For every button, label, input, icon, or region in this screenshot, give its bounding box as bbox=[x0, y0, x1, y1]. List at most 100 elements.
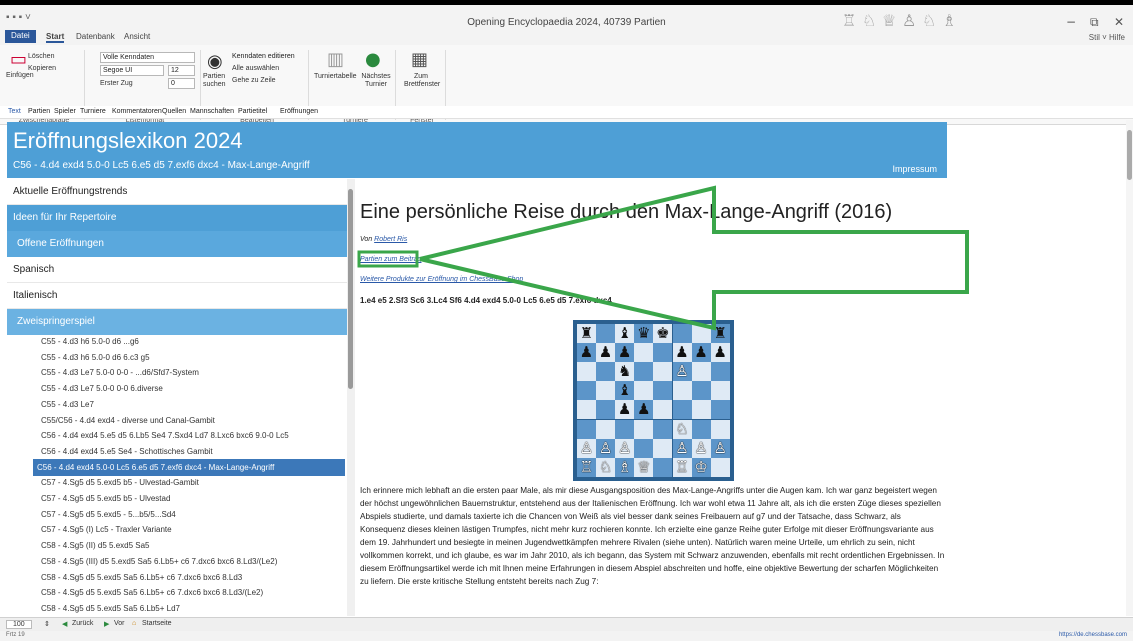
nav-tournaments[interactable]: Turniere bbox=[80, 108, 106, 115]
forward-button[interactable]: Vor bbox=[114, 620, 125, 627]
header-format-select[interactable]: Volle Kenndaten bbox=[100, 52, 195, 63]
board-square[interactable] bbox=[577, 362, 596, 382]
board-square[interactable] bbox=[672, 400, 692, 420]
board-square[interactable] bbox=[653, 400, 673, 420]
author-link[interactable]: Robert Ris bbox=[374, 236, 407, 243]
opening-line[interactable]: C58 - 4.Sg5 d5 5.exd5 Sa5 6.Lb5+ c6 7.dx… bbox=[37, 584, 347, 601]
board-square[interactable] bbox=[634, 419, 654, 439]
style-help-menu[interactable]: Stil ˅ Hilfe bbox=[1089, 33, 1125, 42]
black-rook-icon[interactable]: ♜ bbox=[577, 324, 596, 343]
black-king-icon[interactable]: ♚ bbox=[653, 324, 673, 343]
delete-button[interactable]: Löschen bbox=[28, 53, 54, 60]
sidebar-section[interactable]: Spanisch bbox=[7, 257, 347, 283]
nav-players[interactable]: Spieler bbox=[54, 108, 76, 115]
close-button[interactable]: ✕ bbox=[1114, 15, 1124, 29]
sidebar-scrollbar-thumb[interactable] bbox=[348, 189, 353, 389]
black-pawn-icon[interactable]: ♟ bbox=[615, 400, 635, 420]
status-url-link[interactable]: https://de.chessbase.com bbox=[1059, 632, 1127, 638]
board-square[interactable] bbox=[634, 381, 654, 401]
edit-headers-button[interactable]: Kenndaten editieren bbox=[232, 53, 295, 60]
back-button[interactable]: Zurück bbox=[72, 620, 93, 627]
white-pawn-icon[interactable]: ♙ bbox=[691, 438, 711, 458]
board-square[interactable] bbox=[653, 362, 673, 382]
board-square[interactable] bbox=[672, 381, 692, 401]
sidebar-section[interactable]: Offene Eröffnungen bbox=[7, 231, 347, 257]
white-pawn-icon[interactable]: ♙ bbox=[577, 438, 596, 458]
tab-view[interactable]: Ansicht bbox=[124, 32, 150, 41]
board-square[interactable] bbox=[710, 457, 730, 477]
nav-teams[interactable]: Mannschaften bbox=[190, 108, 234, 115]
board-square[interactable] bbox=[653, 381, 673, 401]
opening-line[interactable]: C58 - 4.Sg5 d5 5.exd5 Sa5 6.Lb5+ c6 7.dx… bbox=[37, 569, 347, 586]
font-select[interactable]: Segoe UI bbox=[100, 65, 164, 76]
board-square[interactable] bbox=[634, 362, 654, 382]
opening-line[interactable]: C57 - 4.Sg5 d5 5.exd5 b5 - Ulvestad-Gamb… bbox=[37, 474, 347, 491]
sidebar-section[interactable]: Italienisch bbox=[7, 283, 347, 309]
board-square[interactable] bbox=[710, 381, 730, 401]
tab-start[interactable]: Start bbox=[46, 32, 65, 43]
board-square[interactable] bbox=[691, 400, 711, 420]
search-games-icon[interactable]: ◉ bbox=[207, 51, 223, 72]
opening-line[interactable]: C55 - 4.d3 h6 5.0-0 d6 ...g6 bbox=[37, 333, 347, 350]
opening-line[interactable]: C56 - 4.d4 exd4 5.e5 Se4 - Schottisches … bbox=[37, 443, 347, 460]
white-pawn-icon[interactable]: ♙ bbox=[596, 438, 616, 458]
board-square[interactable] bbox=[653, 438, 673, 458]
board-square[interactable] bbox=[710, 419, 730, 439]
products-link[interactable]: Weitere Produkte zur Eröffnung im ChessB… bbox=[360, 276, 523, 283]
home-icon[interactable]: ⌂ bbox=[132, 620, 136, 627]
board-square[interactable] bbox=[596, 419, 616, 439]
white-rook-icon[interactable]: ♖ bbox=[577, 457, 596, 477]
board-square[interactable] bbox=[634, 343, 654, 363]
white-pawn-icon[interactable]: ♙ bbox=[672, 362, 692, 382]
opening-line[interactable]: C58 - 4.Sg5 (II) d5 5.exd5 Sa5 bbox=[37, 537, 347, 554]
white-queen-icon[interactable]: ♕ bbox=[634, 457, 654, 477]
opening-line[interactable]: C55 - 4.d3 Le7 5.0-0 0-0 - ...d6/Sfd7-Sy… bbox=[37, 364, 347, 381]
board-square[interactable] bbox=[596, 400, 616, 420]
black-pawn-icon[interactable]: ♟ bbox=[596, 343, 616, 363]
nav-sources[interactable]: Quellen bbox=[162, 108, 186, 115]
forward-icon[interactable]: ▶ bbox=[104, 620, 109, 628]
paste-icon[interactable]: ▭ bbox=[10, 49, 27, 70]
board-square[interactable] bbox=[710, 362, 730, 382]
opening-line[interactable]: C58 - 4.Sg5 (III) d5 5.exd5 Sa5 6.Lb5+ c… bbox=[37, 553, 347, 570]
opening-line[interactable]: C57 - 4.Sg5 d5 5.exd5 b5 - Ulvestad bbox=[37, 490, 347, 507]
nav-text[interactable]: Text bbox=[8, 108, 21, 115]
board-square[interactable] bbox=[653, 457, 673, 477]
board-square[interactable] bbox=[577, 419, 596, 439]
games-link[interactable]: Partien zum Beitrag bbox=[360, 256, 421, 263]
nav-commentators[interactable]: Kommentatoren bbox=[112, 108, 162, 115]
restore-button[interactable]: ⧉ bbox=[1090, 15, 1099, 30]
minimize-button[interactable]: − bbox=[1066, 15, 1076, 29]
tab-database[interactable]: Datenbank bbox=[76, 32, 115, 41]
board-square[interactable] bbox=[691, 324, 711, 343]
white-knight-icon[interactable]: ♘ bbox=[672, 419, 692, 439]
board-square[interactable] bbox=[577, 400, 596, 420]
board-square[interactable] bbox=[710, 400, 730, 420]
first-move-input[interactable]: 0 bbox=[168, 78, 195, 89]
white-pawn-icon[interactable]: ♙ bbox=[615, 438, 635, 458]
article-scrollbar[interactable] bbox=[1126, 120, 1133, 616]
back-icon[interactable]: ◀ bbox=[62, 620, 67, 628]
imprint-link[interactable]: Impressum bbox=[892, 164, 937, 174]
nav-games[interactable]: Partien bbox=[28, 108, 50, 115]
board-square[interactable] bbox=[615, 419, 635, 439]
board-window-button[interactable]: Zum Brettfenster bbox=[404, 73, 440, 89]
board-square[interactable] bbox=[596, 324, 616, 343]
opening-line[interactable]: C57 - 4.Sg5 (I) Lc5 - Traxler Variante bbox=[37, 521, 347, 538]
black-pawn-icon[interactable]: ♟ bbox=[577, 343, 596, 363]
opening-line[interactable]: C56 - 4.d4 exd4 5.e5 d5 6.Lb5 Se4 7.Sxd4… bbox=[37, 427, 347, 444]
font-size-select[interactable]: 12 bbox=[168, 65, 195, 76]
white-king-icon[interactable]: ♔ bbox=[691, 457, 711, 477]
white-rook-icon[interactable]: ♖ bbox=[672, 457, 692, 477]
sidebar-section[interactable]: Ideen für Ihr Repertoire bbox=[7, 205, 347, 231]
board-square[interactable] bbox=[596, 362, 616, 382]
opening-line[interactable]: C55 - 4.d3 Le7 bbox=[37, 396, 347, 413]
opening-line[interactable]: C55 - 4.d3 h6 5.0-0 d6 6.c3 g5 bbox=[37, 349, 347, 366]
black-pawn-icon[interactable]: ♟ bbox=[691, 343, 711, 363]
opening-line[interactable]: C55 - 4.d3 Le7 5.0-0 0-0 6.diverse bbox=[37, 380, 347, 397]
opening-line-selected[interactable]: C56 - 4.d4 exd4 5.0-0 Lc5 6.e5 d5 7.exf6… bbox=[33, 458, 345, 476]
nav-game-titles[interactable]: Partietitel bbox=[238, 108, 267, 115]
goto-line-button[interactable]: Gehe zu Zeile bbox=[232, 77, 276, 84]
board-square[interactable] bbox=[577, 381, 596, 401]
sidebar-section[interactable]: Aktuelle Eröffnungstrends bbox=[7, 179, 347, 205]
